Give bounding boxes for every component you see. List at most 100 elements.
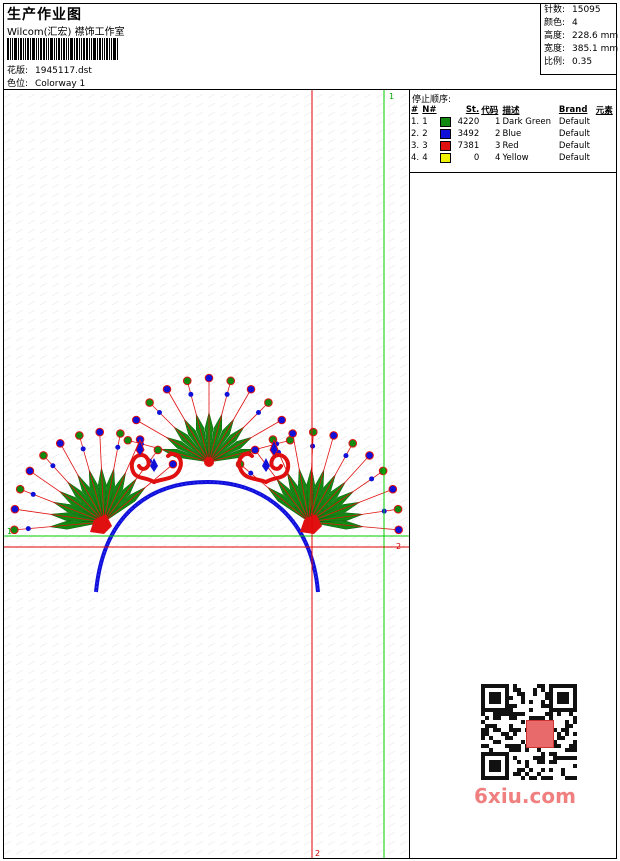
qr-module: [513, 712, 517, 716]
center-fan-dot: [255, 410, 261, 416]
design-label: 花版:: [7, 66, 29, 76]
barcode-bar: [20, 38, 22, 60]
center-fan-dot: [188, 391, 194, 397]
qr-module: [497, 716, 501, 720]
stat-height: 高度: 228.6 mm: [541, 30, 618, 43]
qr-module: [513, 704, 517, 708]
right-fan-bead: [308, 427, 318, 437]
center-fan-bead: [162, 384, 172, 394]
qr-module: [565, 724, 569, 728]
row-n: 2: [422, 129, 428, 139]
qr-module: [497, 740, 501, 744]
qr-module: [493, 724, 497, 728]
left-fan-bead: [75, 431, 84, 440]
qr-module: [509, 728, 513, 732]
guide-green-h-label: 1: [7, 527, 12, 536]
row-swatch: [439, 116, 453, 128]
barcode-bar: [56, 38, 57, 60]
qr-module: [517, 688, 521, 692]
row-element: [595, 116, 616, 128]
left-fan-bead: [168, 459, 178, 469]
design-canvas[interactable]: 1 1 2 2: [4, 90, 410, 858]
center-fan-dot: [224, 391, 230, 397]
barcode-bar: [97, 38, 98, 60]
color-swatch: [440, 116, 452, 127]
right-fan-bead: [348, 439, 358, 448]
row-swatch: [439, 152, 453, 164]
qr-module: [573, 776, 577, 780]
qr-module: [573, 720, 577, 724]
qr-module: [545, 692, 549, 696]
qr-module: [521, 720, 525, 724]
left-fan-bead: [55, 439, 65, 448]
row-n: 3: [422, 141, 428, 151]
barcode-bar: [54, 38, 55, 60]
qr-module: [553, 760, 557, 764]
qr-module: [573, 748, 577, 752]
barcode-bar: [109, 38, 110, 60]
qr-module: [509, 716, 513, 720]
row-stitches: 4220: [457, 117, 480, 127]
qr-finder: [489, 692, 501, 704]
row-num: 1.: [411, 117, 420, 127]
col-code: 代码: [481, 106, 499, 116]
qr-module: [561, 736, 565, 740]
sheet-header: 生产作业图 Wilcom(汇宏) 襟饰工作室 花版: 1945117.dst 色位…: [4, 4, 619, 90]
barcode-bar: [14, 38, 17, 60]
qr-module: [481, 728, 485, 732]
qr-module: [521, 776, 525, 780]
stat-value: 385.1 mm: [572, 44, 619, 54]
qr-module: [501, 712, 505, 716]
qr-module: [569, 748, 573, 752]
table-row[interactable]: 2. 2 3492 2 Blue Default: [410, 128, 616, 140]
qr-module: [545, 712, 549, 716]
row-code: 4: [495, 153, 501, 163]
qr-module: [485, 716, 489, 720]
right-fan-bead: [288, 429, 297, 438]
barcode-bar: [23, 38, 24, 60]
table-row[interactable]: 1. 1 4220 1 Dark Green Default: [410, 116, 616, 128]
qr-module: [569, 712, 573, 716]
qr-module: [541, 760, 545, 764]
barcode-bar: [91, 38, 92, 60]
row-desc: Dark Green: [502, 117, 552, 127]
qr-module: [541, 688, 545, 692]
colorway-label: 色位:: [7, 79, 29, 89]
right-fan-bead: [365, 451, 374, 460]
qr-module: [525, 764, 529, 768]
table-row[interactable]: 3. 3 7381 3 Red Default: [410, 140, 616, 152]
left-fan-bead: [10, 504, 20, 514]
qr-module: [525, 772, 529, 776]
barcode-bar: [81, 38, 82, 60]
table-row[interactable]: 4. 4 0 4 Yellow Default: [410, 152, 616, 164]
qr-module: [505, 732, 509, 736]
row-num: 3.: [411, 141, 420, 151]
qr-module: [513, 688, 517, 692]
qr-module: [493, 716, 497, 720]
barcode-bar: [25, 38, 26, 60]
qr-module: [565, 748, 569, 752]
sheet-title: 生产作业图: [7, 7, 82, 23]
qr-module: [541, 752, 545, 756]
row-element: [595, 152, 616, 164]
qr-module: [517, 768, 521, 772]
qr-module: [513, 732, 517, 736]
canvas-texture: [4, 90, 409, 858]
qr-module: [497, 728, 501, 732]
qr-module: [489, 724, 493, 728]
right-fan-bead: [394, 525, 403, 535]
row-stitches: 7381: [457, 141, 480, 151]
row-code: 1: [495, 117, 501, 127]
qr-module: [565, 728, 569, 732]
left-fan-dot: [80, 446, 86, 452]
col-swatch: [439, 104, 453, 116]
watermark-text: 6xiu.com: [474, 784, 576, 808]
center-fan-bead: [123, 435, 133, 445]
row-desc: Red: [502, 141, 519, 151]
qr-module: [565, 732, 569, 736]
barcode-bar: [93, 38, 96, 60]
qr-module: [561, 756, 565, 760]
qr-module: [493, 740, 497, 744]
qr-module: [573, 756, 577, 760]
qr-module: [569, 756, 573, 760]
